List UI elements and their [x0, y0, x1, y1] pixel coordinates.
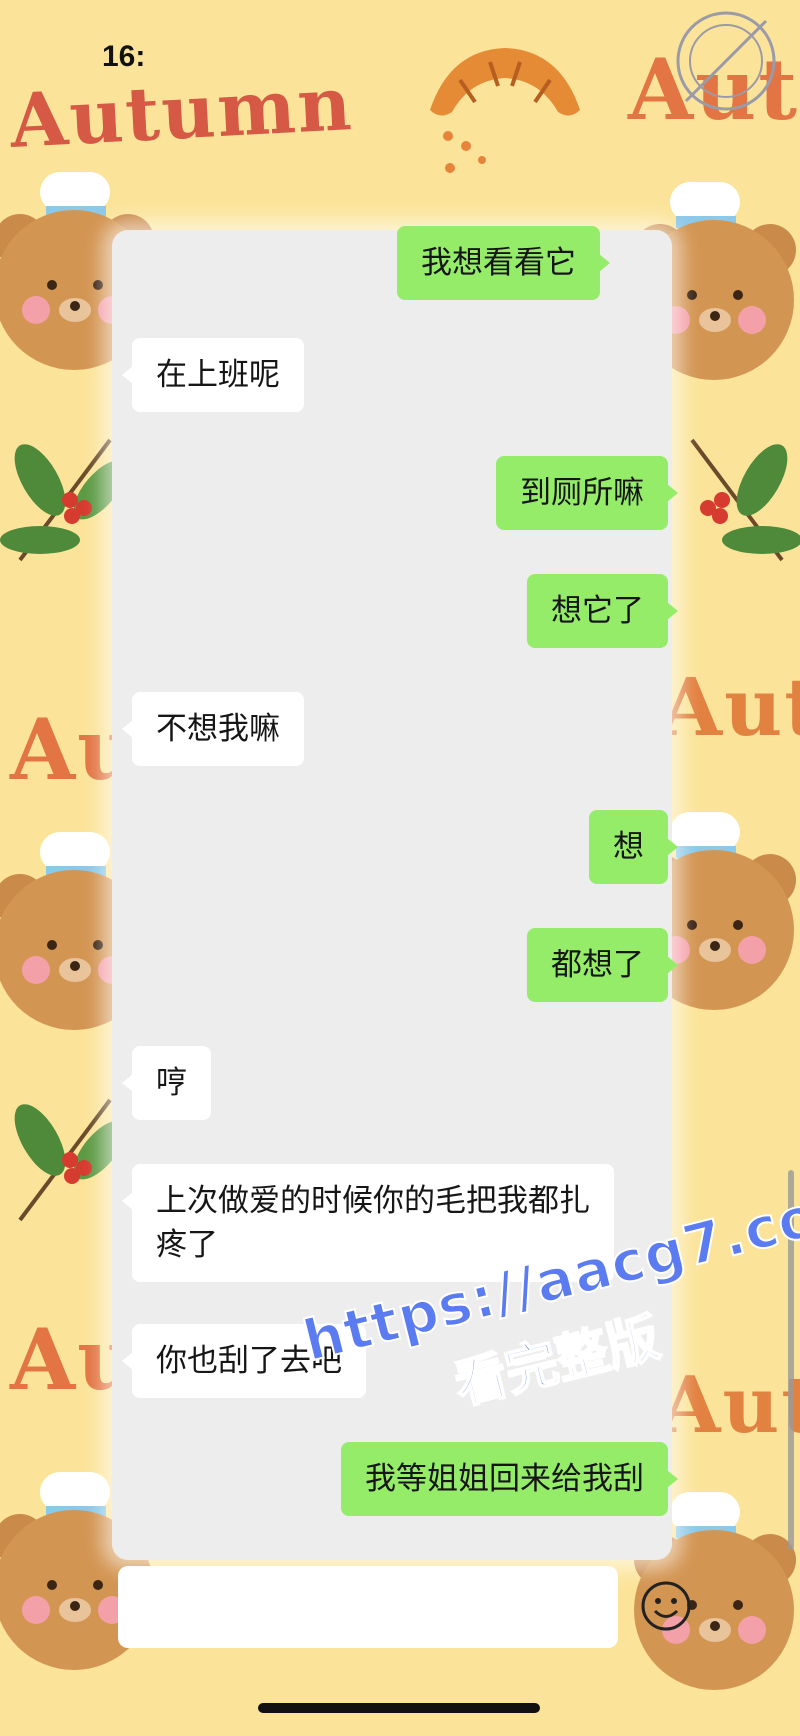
message-row-outgoing: 到厕所嘛 — [496, 456, 678, 530]
message-row-outgoing: 都想了 — [527, 928, 678, 1002]
message-row-outgoing: 想 — [589, 810, 678, 884]
crumbs-icon — [443, 131, 486, 173]
round-stamp-icon — [676, 11, 776, 111]
message-bubble-outgoing[interactable]: 我等姐姐回来给我刮 — [341, 1442, 678, 1516]
message-bubble-incoming[interactable]: 上次做爱的时候你的毛把我都扎 疼了 — [122, 1164, 614, 1282]
message-bubble-incoming[interactable]: 在上班呢 — [122, 338, 304, 412]
message-bubble-outgoing[interactable]: 想它了 — [527, 574, 678, 648]
message-bubble-incoming[interactable]: 不想我嘛 — [122, 692, 304, 766]
message-row-outgoing: 我等姐姐回来给我刮 — [341, 1442, 678, 1516]
emoji-icon[interactable] — [640, 1580, 692, 1632]
message-bubble-outgoing[interactable]: 到厕所嘛 — [496, 456, 678, 530]
message-bubble-incoming[interactable]: 哼 — [122, 1046, 211, 1120]
autumn-title-decoration: Autumn — [7, 61, 356, 165]
chat-scrollbar[interactable] — [788, 1170, 794, 1550]
message-row-outgoing: 想它了 — [527, 574, 678, 648]
message-input[interactable] — [118, 1566, 618, 1648]
autumn-side-decoration-right: Aut — [660, 660, 800, 754]
message-row-incoming: 哼 — [122, 1046, 211, 1120]
message-bubble-outgoing[interactable]: 我想看看它 — [397, 226, 610, 300]
croissant-icon — [430, 48, 580, 116]
message-bubble-outgoing[interactable]: 想 — [589, 810, 678, 884]
message-row-outgoing: 我想看看它 — [397, 226, 610, 300]
autumn-side-decoration-right-lower: Aut — [660, 1360, 800, 1451]
status-bar-time: 16: — [102, 40, 146, 73]
message-row-incoming: 上次做爱的时候你的毛把我都扎 疼了 — [122, 1164, 614, 1282]
message-row-incoming: 你也刮了去吧 — [122, 1324, 366, 1398]
message-row-incoming: 不想我嘛 — [122, 692, 304, 766]
home-indicator[interactable] — [258, 1703, 540, 1713]
message-bubble-incoming[interactable]: 你也刮了去吧 — [122, 1324, 366, 1398]
message-row-incoming: 在上班呢 — [122, 338, 304, 412]
berry-branch-icon — [690, 438, 800, 562]
message-bubble-outgoing[interactable]: 都想了 — [527, 928, 678, 1002]
